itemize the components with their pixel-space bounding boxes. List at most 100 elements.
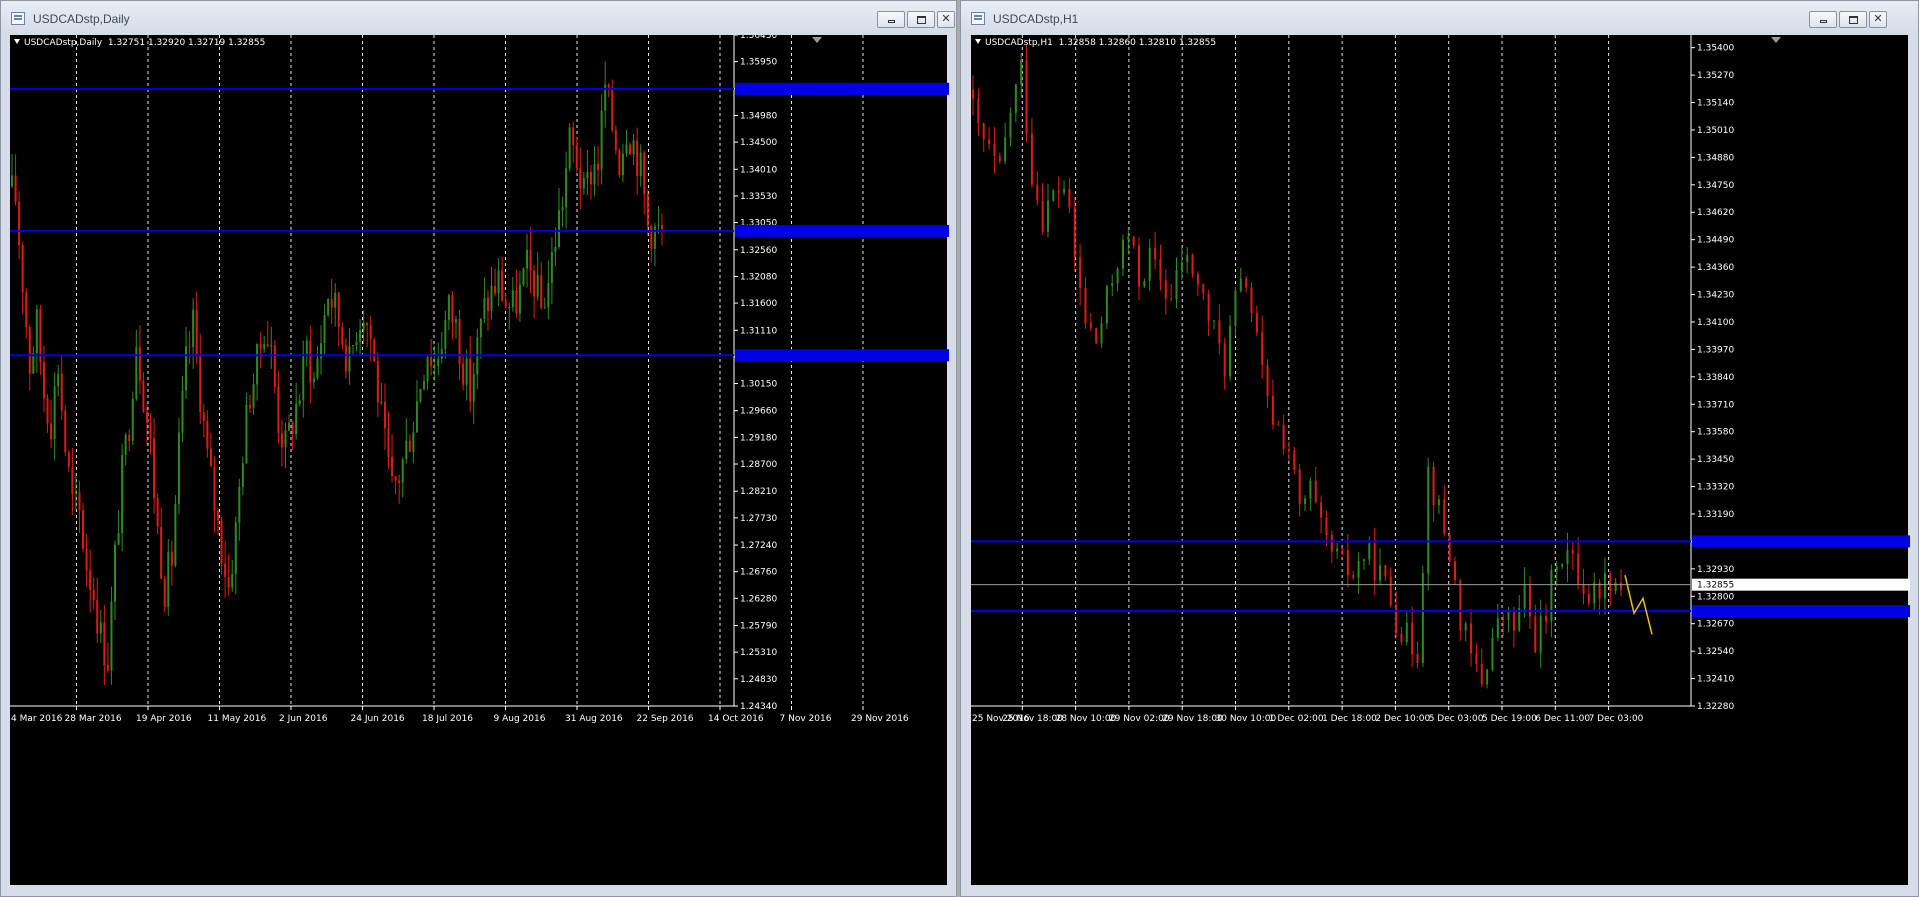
candle-body <box>998 155 1001 162</box>
candle-body <box>1175 270 1178 300</box>
candle-body <box>1437 499 1440 506</box>
candle-body <box>1346 550 1349 576</box>
candle-body <box>316 358 319 379</box>
h1-candlestick-chart[interactable]: 25 Nov 201625 Nov 18:0028 Nov 10:0029 No… <box>971 35 1910 887</box>
candle-body <box>383 402 386 429</box>
chart-shift-marker-icon[interactable] <box>812 37 822 43</box>
candle-body <box>1373 543 1376 581</box>
chart-area[interactable]: 25 Nov 2016 25 Nov 18:00 28 Nov 10:00 29 No… <box>971 35 1910 887</box>
candle-body <box>1389 576 1392 606</box>
candle-body <box>1453 561 1456 581</box>
candle-body <box>1063 188 1066 193</box>
time-tick-label: 11 May 2016 <box>208 714 267 724</box>
candle-body <box>405 440 408 460</box>
price-tick-label: 1.31600 <box>740 299 777 309</box>
candle-body <box>1154 247 1157 260</box>
titlebar[interactable]: USDCADstp,H1 ✕ <box>961 1 1918 35</box>
price-tick-label: 1.29180 <box>740 433 777 443</box>
price-tick-label: 1.34360 <box>1697 263 1734 273</box>
candle-body <box>1245 278 1248 288</box>
collapse-triangle-icon[interactable] <box>975 39 981 44</box>
candle-body <box>277 386 280 434</box>
candle-body <box>149 422 152 439</box>
collapse-triangle-icon[interactable] <box>14 39 20 44</box>
candle-body <box>1298 469 1301 505</box>
time-tick-label: 5 Dec 03:00 <box>1429 714 1484 724</box>
close-button[interactable]: ✕ <box>937 11 955 28</box>
close-button[interactable]: ✕ <box>1869 11 1887 28</box>
time-tick-label: 1 Dec 18:00 <box>1322 714 1377 724</box>
candle-body <box>82 510 85 549</box>
candle-body <box>1566 550 1569 565</box>
candle-body <box>1577 553 1580 584</box>
candle-body <box>391 456 394 477</box>
candle-body <box>1341 548 1344 551</box>
candle-body <box>462 363 465 385</box>
candle-body <box>458 319 461 364</box>
candle-body <box>1555 566 1558 571</box>
time-tick-label: 4 Mar 2016 <box>11 714 63 724</box>
candle-body <box>565 168 568 208</box>
candle-body <box>1255 313 1258 333</box>
candle-body <box>85 548 88 571</box>
candle-body <box>1159 259 1162 281</box>
candle-body <box>92 589 95 600</box>
candle-body <box>614 130 617 151</box>
candle-body <box>607 84 610 88</box>
price-tick-label: 1.34620 <box>1697 208 1734 218</box>
candle-body <box>1362 559 1365 561</box>
chart-shift-marker-icon[interactable] <box>1771 37 1781 43</box>
candle-body <box>1261 332 1264 365</box>
candle-body <box>1287 448 1290 451</box>
time-tick-label: 6 Dec 11:00 <box>1535 714 1590 724</box>
level-price-tag <box>1692 535 1910 548</box>
candle-body <box>1523 584 1526 608</box>
h1-chart-window[interactable]: USDCADstp,H1 ✕ 25 Nov 2016 25 Nov 18:00 28… <box>960 0 1919 897</box>
candle-body <box>188 346 191 348</box>
candle-body <box>589 171 592 185</box>
maximize-button[interactable] <box>907 11 935 28</box>
candle-body <box>629 144 632 155</box>
price-tick-label: 1.34010 <box>740 165 777 175</box>
titlebar[interactable]: USDCADstp,Daily ✕ <box>1 1 956 35</box>
candle-body <box>469 358 472 402</box>
candle-body <box>522 268 525 285</box>
candle-body <box>597 163 600 170</box>
candle-body <box>982 123 985 140</box>
candle-body <box>121 454 124 534</box>
candle-body <box>490 285 493 311</box>
daily-chart-window[interactable]: USDCADstp,Daily ✕ 4 Mar 2016 28 Mar 2016 1… <box>0 0 957 897</box>
price-tick-label: 1.24830 <box>740 675 777 685</box>
price-tick-label: 1.24340 <box>740 702 777 712</box>
candle-body <box>348 345 351 372</box>
time-tick-label: 7 Nov 2016 <box>780 714 832 724</box>
price-tick-label: 1.35010 <box>1697 126 1734 136</box>
candle-body <box>447 295 450 320</box>
candle-body <box>46 398 49 424</box>
chart-area[interactable]: 4 Mar 2016 28 Mar 2016 19 Apr 2016 11 May 2… <box>10 35 949 887</box>
price-tick-label: 1.33530 <box>740 192 777 202</box>
price-tick-label: 1.34980 <box>740 111 777 121</box>
candle-body <box>1571 550 1574 554</box>
candle-body <box>993 144 996 156</box>
minimize-button[interactable] <box>877 11 905 28</box>
minimize-button[interactable] <box>1809 11 1837 28</box>
candle-body <box>550 252 553 284</box>
candle-body <box>497 270 500 294</box>
candle-body <box>518 284 521 314</box>
candle-body <box>575 145 578 168</box>
candle-body <box>501 270 504 301</box>
candle-body <box>1459 580 1462 631</box>
time-tick-label: 5 Dec 19:00 <box>1482 714 1537 724</box>
candle-body <box>380 402 383 404</box>
maximize-button[interactable] <box>1839 11 1867 28</box>
candle-body <box>1416 654 1419 663</box>
candle-body <box>288 422 291 431</box>
price-tick-label: 1.34100 <box>1697 318 1734 328</box>
candle-body <box>284 430 287 448</box>
level-price-tag <box>735 82 949 95</box>
price-tick-label: 1.33580 <box>1697 428 1734 438</box>
candle-body <box>96 599 99 634</box>
candle-body <box>209 448 212 467</box>
daily-candlestick-chart[interactable]: 4 Mar 2016 28 Mar 2016 19 Apr 2016 11 May 2… <box>10 35 949 887</box>
